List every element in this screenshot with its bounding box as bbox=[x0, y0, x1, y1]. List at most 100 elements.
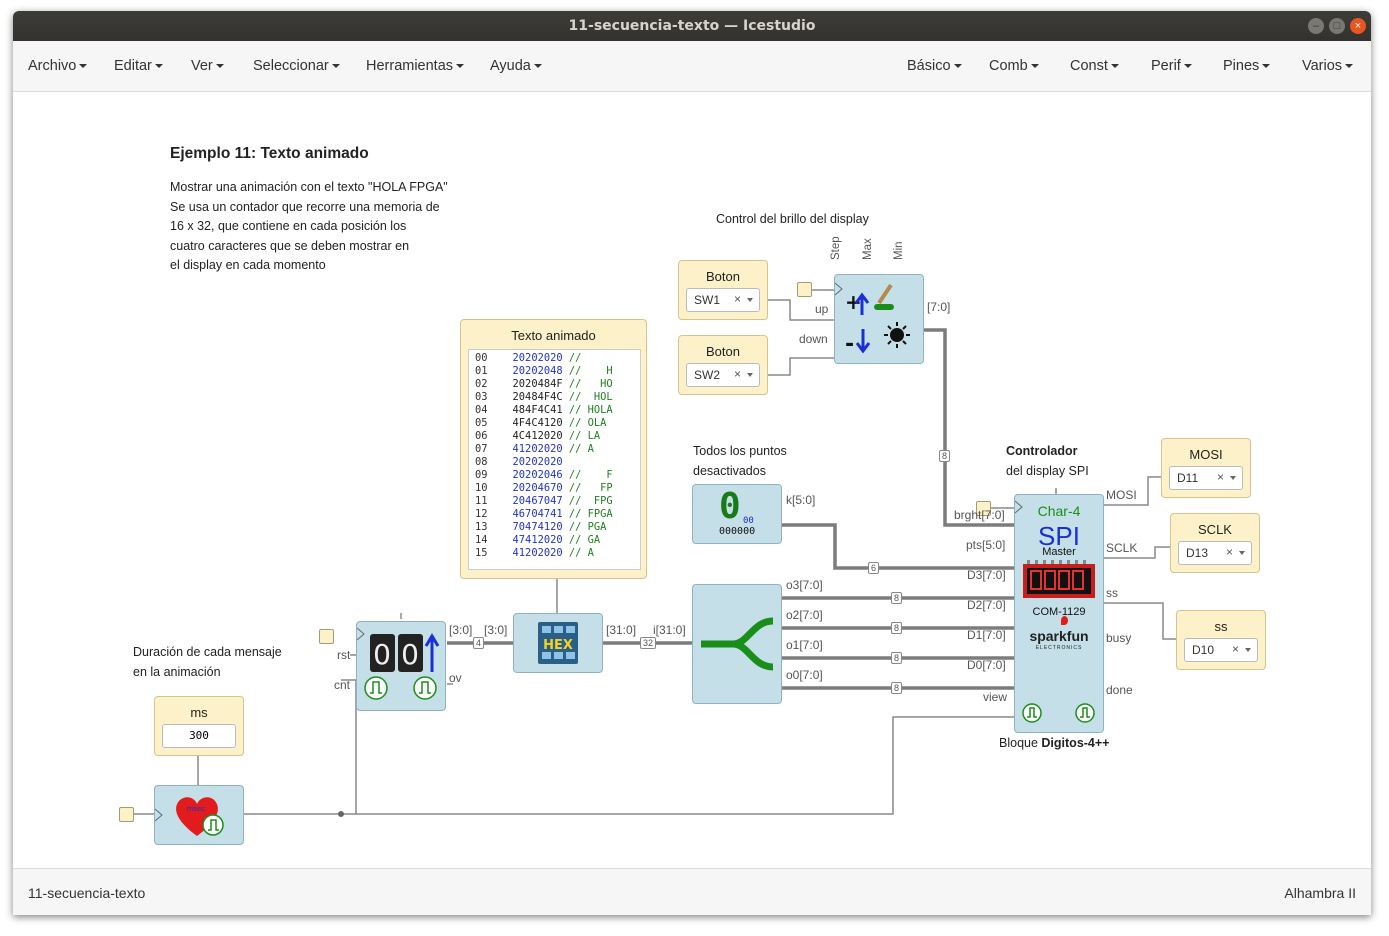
port-brillo-out: [7:0] bbox=[927, 300, 951, 314]
port-d1: D1[7:0] bbox=[967, 628, 1006, 642]
status-project-name: 11-secuencia-texto bbox=[28, 885, 146, 901]
wire-size-brillo: 8 bbox=[939, 450, 951, 462]
constant-bits: 000000 bbox=[719, 526, 756, 537]
pin-select-mosi[interactable]: D11 × bbox=[1169, 466, 1243, 490]
circuit-canvas[interactable]: 8 6 8 8 8 8 4 32 Ejemplo 11: Texto anima… bbox=[13, 92, 1371, 868]
hex-block[interactable]: HEX bbox=[513, 613, 603, 673]
input-ms[interactable]: ms 300 bbox=[154, 696, 244, 756]
clear-icon[interactable]: × bbox=[734, 367, 741, 381]
chevron-down-icon[interactable] bbox=[1230, 476, 1236, 480]
memory-value: 70474120 bbox=[512, 521, 563, 533]
memory-block[interactable]: Texto animado 00 20202020 //01 20202048 … bbox=[460, 319, 647, 579]
port-mosi: MOSI bbox=[1106, 488, 1137, 502]
clear-icon[interactable]: × bbox=[1217, 470, 1224, 484]
constant-block[interactable]: 0 00 000000 bbox=[692, 484, 782, 544]
memory-comment: // PGA bbox=[568, 521, 607, 533]
spi-controller-block[interactable]: Char-4 SPI Master COM-1129 sparkfun ELEC… bbox=[1014, 494, 1104, 733]
menu-ver[interactable]: Ver bbox=[191, 58, 224, 74]
memory-row: 01 20202048 // H bbox=[475, 365, 613, 378]
pin-select-sclk[interactable]: D13 × bbox=[1178, 541, 1252, 565]
port-view: view bbox=[983, 690, 1008, 704]
note-puntos: Todos los puntos desactivados bbox=[693, 444, 787, 478]
clock-input-counter[interactable] bbox=[319, 629, 334, 644]
memory-address: 10 bbox=[475, 482, 488, 494]
seven-segment-display-icon bbox=[1023, 560, 1095, 598]
hex-rom-icon: HEX bbox=[538, 622, 578, 664]
memory-comment: // HOLA bbox=[568, 404, 613, 416]
clear-icon[interactable]: × bbox=[1232, 642, 1239, 656]
input-boton-sw1[interactable]: Boton SW1 × bbox=[678, 260, 768, 320]
spi-pulse-icons bbox=[1022, 703, 1095, 723]
output-mosi[interactable]: MOSI D11 × bbox=[1161, 438, 1251, 498]
memory-rows: 00 20202020 //01 20202048 // H 02 2020484… bbox=[475, 352, 613, 560]
memory-row: 09 20202046 // F bbox=[475, 469, 613, 482]
chevron-down-icon[interactable] bbox=[747, 298, 753, 302]
param-max: Max bbox=[862, 238, 874, 260]
memory-value: 20204670 bbox=[512, 482, 563, 494]
clock-input-brillo[interactable] bbox=[797, 282, 812, 297]
menu-varios[interactable]: Varios bbox=[1302, 58, 1354, 74]
port-d3: D3[7:0] bbox=[967, 568, 1006, 582]
input-boton-sw2[interactable]: Boton SW2 × bbox=[678, 335, 768, 395]
heading-title: Ejemplo 11: Texto animado bbox=[170, 145, 369, 162]
status-board-name[interactable]: Alhambra II bbox=[1284, 885, 1356, 901]
port-up: up bbox=[815, 302, 829, 316]
menu-ayuda[interactable]: Ayuda bbox=[490, 58, 542, 74]
menu-herramientas[interactable]: Herramientas bbox=[366, 58, 465, 74]
port-brght: brght[7:0] bbox=[954, 508, 1005, 522]
port-d2: D2[7:0] bbox=[967, 598, 1006, 612]
chevron-down-icon[interactable] bbox=[747, 373, 753, 377]
output-sclk[interactable]: SCLK D13 × bbox=[1170, 513, 1260, 573]
memory-value: 484F4C41 bbox=[512, 404, 563, 416]
memory-row: 10 20204670 // FP bbox=[475, 482, 613, 495]
memory-value: 47412020 bbox=[512, 534, 563, 546]
clear-icon[interactable]: × bbox=[1226, 545, 1233, 559]
counter-block[interactable]: 0 0 bbox=[356, 621, 446, 711]
memory-address: 04 bbox=[475, 404, 488, 416]
menu-perif[interactable]: Perif bbox=[1151, 58, 1192, 74]
svg-text:0: 0 bbox=[401, 638, 419, 671]
wire-size-cnt: 4 bbox=[473, 637, 485, 649]
memory-value: 20202048 bbox=[512, 365, 563, 377]
menu-pines[interactable]: Pines bbox=[1223, 58, 1271, 74]
clock-input-timer[interactable] bbox=[119, 807, 134, 822]
wire-size-d0: 8 bbox=[891, 682, 903, 694]
menu-seleccionar[interactable]: Seleccionar bbox=[253, 58, 340, 74]
pin-select-sw1[interactable]: SW1 × bbox=[686, 288, 760, 312]
memory-address: 14 bbox=[475, 534, 488, 546]
pin-select-ss[interactable]: D10 × bbox=[1184, 638, 1258, 662]
brillo-updown-icon: + - bbox=[835, 282, 910, 357]
minimize-button[interactable]: – bbox=[1308, 18, 1324, 34]
menu-comb[interactable]: Comb bbox=[989, 58, 1039, 74]
port-cnt-out: [3:0] bbox=[449, 623, 473, 637]
menu-const[interactable]: Const bbox=[1070, 58, 1119, 74]
memory-address: 07 bbox=[475, 443, 488, 455]
memory-row: 04 484F4C41 // HOLA bbox=[475, 404, 613, 417]
menu-basico[interactable]: Básico bbox=[907, 58, 962, 74]
menu-archivo[interactable]: Archivo bbox=[28, 58, 88, 74]
timer-block[interactable]: msec bbox=[154, 785, 244, 845]
pin-select-sw2[interactable]: SW2 × bbox=[686, 363, 760, 387]
close-button[interactable]: × bbox=[1350, 18, 1366, 34]
brillo-block[interactable]: + - bbox=[834, 274, 924, 364]
param-step: Step bbox=[830, 236, 842, 260]
output-ss[interactable]: ss D10 × bbox=[1176, 610, 1266, 670]
clear-icon[interactable]: × bbox=[734, 292, 741, 306]
memory-editor[interactable]: 00 20202020 //01 20202048 // H 02 2020484… bbox=[468, 349, 641, 570]
memory-address: 09 bbox=[475, 469, 488, 481]
chevron-down-icon[interactable] bbox=[1239, 551, 1245, 555]
chevron-down-icon[interactable] bbox=[1245, 648, 1251, 652]
port-k: k[5:0] bbox=[786, 493, 816, 507]
svg-text:HEX: HEX bbox=[543, 638, 573, 653]
menu-bar: Archivo Editar Ver Seleccionar Herramien… bbox=[13, 41, 1371, 92]
splitter-block[interactable] bbox=[692, 584, 782, 704]
port-o3: o3[7:0] bbox=[786, 578, 823, 592]
port-ss: ss bbox=[1106, 586, 1118, 600]
maximize-button[interactable]: □ bbox=[1329, 18, 1345, 34]
memory-value: 41202020 bbox=[512, 443, 563, 455]
ms-value-field[interactable]: 300 bbox=[162, 724, 236, 748]
svg-text:0: 0 bbox=[373, 638, 391, 671]
memory-row: 03 20484F4C // HOL bbox=[475, 391, 613, 404]
menu-editar[interactable]: Editar bbox=[114, 58, 163, 74]
svg-text:-: - bbox=[845, 332, 854, 357]
